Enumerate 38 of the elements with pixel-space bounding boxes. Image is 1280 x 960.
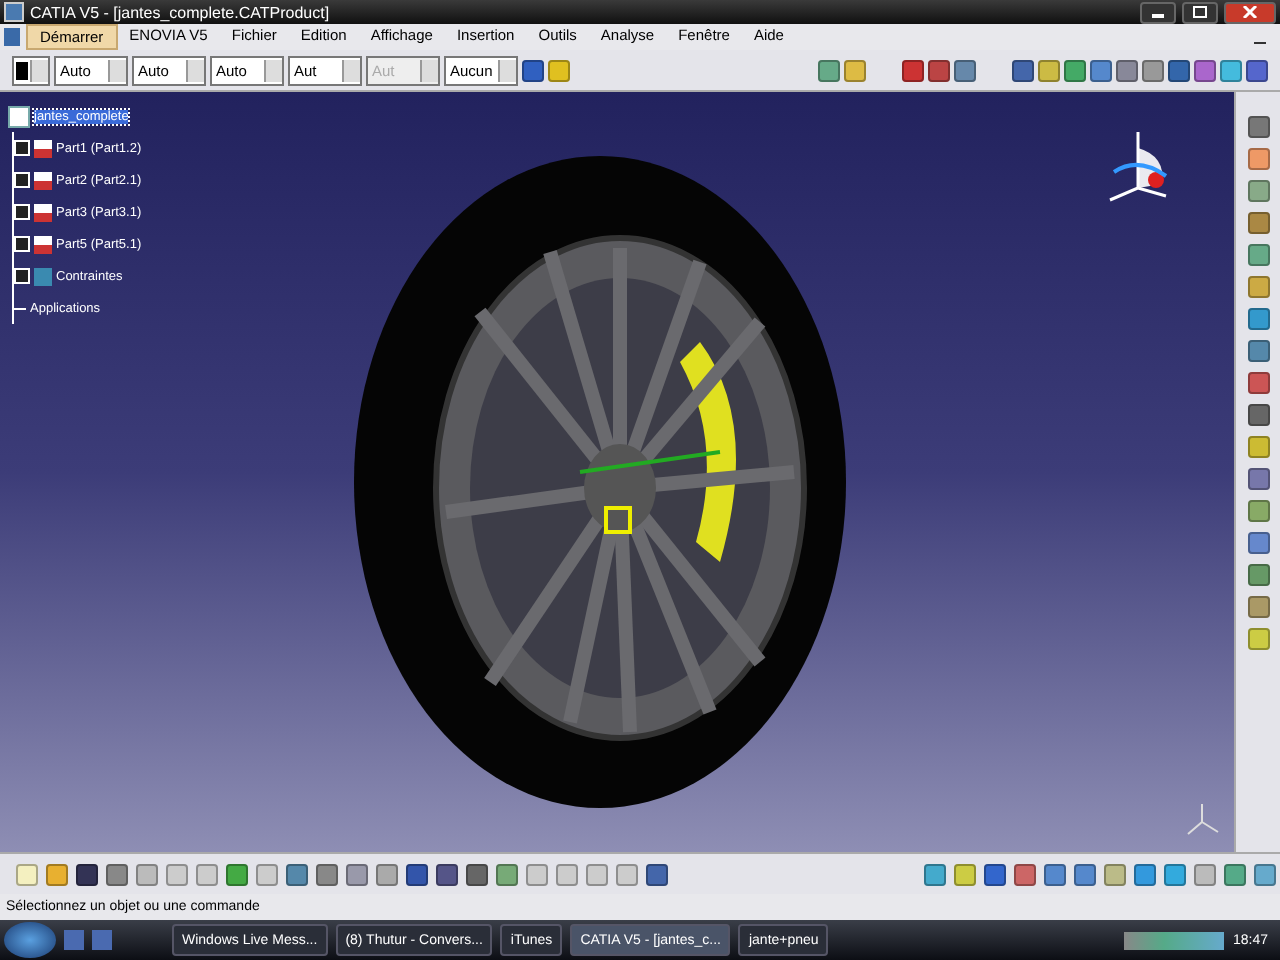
toolbar-icon[interactable] bbox=[1194, 59, 1216, 81]
toolbar-icon[interactable] bbox=[1247, 404, 1269, 426]
toolbar-icon[interactable] bbox=[1247, 468, 1269, 490]
color-dropdown[interactable] bbox=[12, 55, 50, 85]
toolbar-icon[interactable] bbox=[1090, 59, 1112, 81]
toolbar-icon[interactable] bbox=[1074, 863, 1096, 885]
app-icon bbox=[4, 2, 24, 22]
close-button[interactable] bbox=[1224, 1, 1276, 23]
tray-icons[interactable] bbox=[1124, 931, 1225, 949]
toolbar-icon[interactable] bbox=[646, 863, 668, 885]
product-icon bbox=[8, 105, 30, 127]
start-button[interactable] bbox=[4, 922, 56, 958]
axis-icon bbox=[1182, 800, 1222, 840]
toolbar-icon[interactable] bbox=[436, 863, 458, 885]
toolbar-icon[interactable] bbox=[928, 59, 950, 81]
toolbar-icon[interactable] bbox=[1247, 116, 1269, 138]
maximize-icon bbox=[1192, 6, 1208, 18]
toolbar-icon[interactable] bbox=[1247, 372, 1269, 394]
toolbar-icon[interactable] bbox=[406, 863, 428, 885]
toolbar-icon[interactable] bbox=[1044, 863, 1066, 885]
toolbar-icon[interactable] bbox=[1012, 59, 1034, 81]
toolbar-icon[interactable] bbox=[1168, 59, 1190, 81]
toolbar-icon[interactable] bbox=[286, 863, 308, 885]
toolbar-icon[interactable] bbox=[902, 59, 924, 81]
toolbar-icon[interactable] bbox=[984, 863, 1006, 885]
window-title: CATIA V5 - [jantes_complete.CATProduct] bbox=[30, 3, 330, 21]
document-icon bbox=[4, 28, 20, 46]
maximize-button[interactable] bbox=[1182, 1, 1218, 23]
toolbar-icon[interactable] bbox=[1247, 340, 1269, 362]
toolbar-icon[interactable] bbox=[954, 59, 976, 81]
toolbar-icon[interactable] bbox=[466, 863, 488, 885]
toolbar-icon[interactable] bbox=[1014, 863, 1036, 885]
toolbar-icon[interactable] bbox=[1246, 59, 1268, 81]
constraints-icon bbox=[34, 267, 52, 285]
close-icon bbox=[1242, 6, 1258, 18]
minimize-button[interactable] bbox=[1140, 1, 1176, 23]
toolbar-icon[interactable] bbox=[76, 863, 98, 885]
toolbar-icon[interactable] bbox=[522, 59, 544, 81]
